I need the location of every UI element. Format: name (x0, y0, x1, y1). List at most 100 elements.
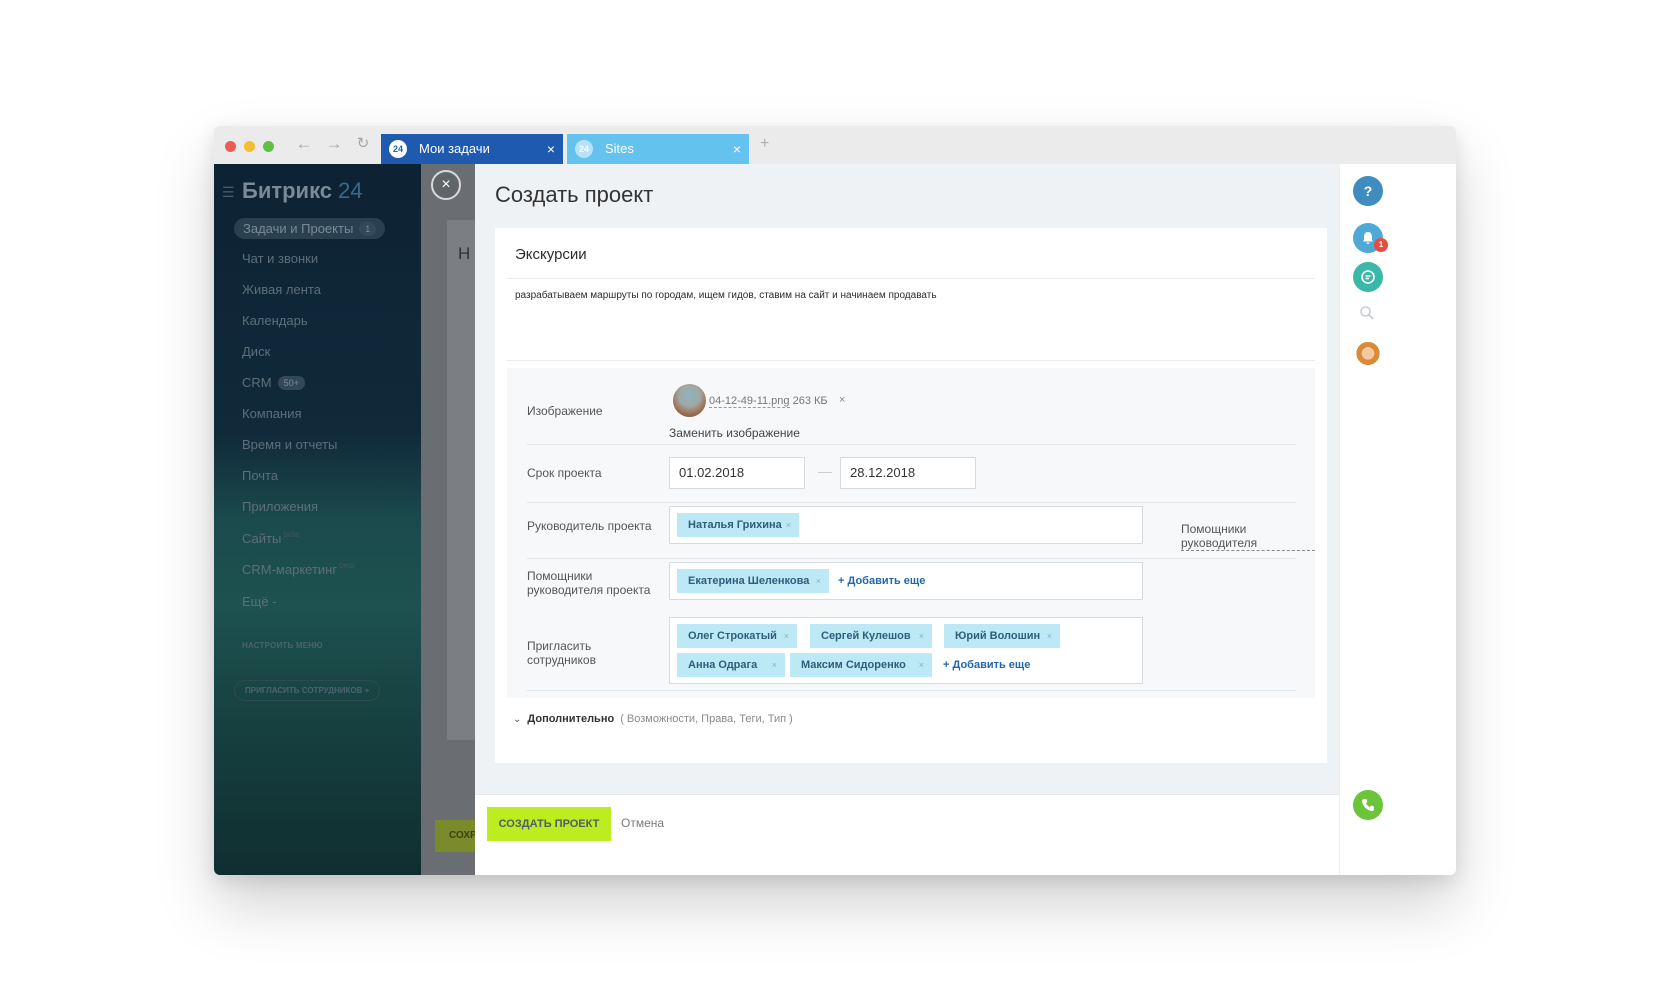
chat-icon[interactable] (1353, 262, 1383, 292)
project-card: Экскурсии разрабатываем маршруты по горо… (495, 228, 1327, 763)
beta-label: beta (339, 561, 355, 570)
additional-settings-toggle[interactable]: ⌄ Дополнительно( Возможности, Права, Теги… (513, 713, 793, 725)
tab-label: Sites (605, 141, 634, 156)
remove-tag-icon[interactable]: × (919, 624, 924, 648)
chevron-down-icon: ⌄ (513, 714, 522, 725)
sidebar-item-more[interactable]: Ещё - (242, 594, 277, 609)
phone-icon[interactable] (1353, 790, 1383, 820)
background-heading: Н (458, 244, 471, 263)
add-helper-button[interactable]: + Добавить еще (838, 575, 925, 587)
brand-logo[interactable]: Битрикс 24 (242, 178, 363, 204)
replace-image-link[interactable]: Заменить изображение (669, 426, 800, 440)
end-date-field[interactable]: 28.12.2018 (840, 457, 976, 489)
notification-count-badge: 1 (1374, 238, 1388, 252)
invite-tag[interactable]: Юрий Волошин × (944, 624, 1060, 648)
project-form: Изображение 04-12-49-11.png 263 КБ × Зам… (507, 368, 1315, 698)
minimize-window-button[interactable] (244, 141, 255, 152)
counter-badge: 50+ (277, 376, 305, 390)
tab-close-icon[interactable]: × (547, 134, 555, 164)
remove-image-icon[interactable]: × (839, 394, 845, 406)
forward-arrow-icon[interactable]: → (324, 134, 344, 154)
owner-selector[interactable]: Наталья Грихина × (669, 506, 1143, 544)
sidebar-item-calendar[interactable]: Календарь (242, 313, 308, 328)
cancel-button[interactable]: Отмена (621, 816, 664, 830)
maximize-window-button[interactable] (263, 141, 274, 152)
new-tab-button[interactable]: + (760, 135, 769, 153)
row-divider (527, 690, 1296, 691)
sidebar-item-apps[interactable]: Приложения (242, 499, 318, 514)
sidebar-item-crm-marketing[interactable]: CRM-маркетинг beta (242, 561, 355, 577)
remove-tag-icon[interactable]: × (816, 569, 821, 593)
divider (507, 278, 1315, 279)
right-toolbar: ? 1 (1339, 164, 1456, 875)
background-page: Н СОХР (421, 164, 475, 875)
panel-footer: СОЗДАТЬ ПРОЕКТ Отмена (475, 794, 1339, 875)
invite-selector[interactable]: Олег Строкатый × Сергей Кулешов × Юрий Вол… (669, 617, 1143, 684)
invite-tag[interactable]: Олег Строкатый × (677, 624, 797, 648)
beta-label: beta (283, 530, 299, 539)
invite-employees-button[interactable]: ПРИГЛАСИТЬ СОТРУДНИКОВ + (234, 680, 381, 701)
sidebar-item-feed[interactable]: Живая лента (242, 282, 321, 297)
row-divider (527, 502, 1296, 503)
date-range-dash (818, 472, 832, 473)
background-card (447, 220, 475, 740)
image-label: Изображение (527, 404, 603, 418)
back-arrow-icon[interactable]: ← (294, 134, 314, 154)
remove-tag-icon[interactable]: × (784, 624, 789, 648)
left-sidebar: ☰ Битрикс 24 Задачи и Проекты 1 Чат и зво… (214, 164, 421, 875)
image-file-link[interactable]: 04-12-49-11.png 263 КБ (709, 395, 828, 408)
close-panel-icon[interactable]: × (431, 170, 461, 200)
sidebar-item-time[interactable]: Время и отчеты (242, 437, 337, 452)
browser-window: ← → ↻ 24 Мои задачи × 24 Sites × + ☰ Бит… (214, 126, 1456, 875)
sidebar-item-crm[interactable]: CRM 50+ (242, 375, 305, 390)
user-avatar[interactable] (1353, 342, 1383, 372)
project-image-thumbnail[interactable] (673, 384, 706, 417)
tab-close-icon[interactable]: × (733, 134, 741, 164)
project-description-input[interactable]: разрабатываем маршруты по городам, ищем … (515, 290, 937, 301)
sidebar-item-company[interactable]: Компания (242, 406, 302, 421)
tab-my-tasks[interactable]: 24 Мои задачи × (381, 134, 563, 164)
divider (507, 360, 1315, 361)
row-divider (527, 444, 1296, 445)
invite-tag[interactable]: Анна Одрага × (677, 653, 785, 677)
owner-tag[interactable]: Наталья Грихина × (677, 513, 799, 537)
bell-icon[interactable]: 1 (1353, 223, 1388, 253)
helper-tag[interactable]: Екатерина Шеленкова × (677, 569, 829, 593)
invite-tag[interactable]: Сергей Кулешов × (810, 624, 932, 648)
row-divider (527, 558, 1296, 559)
sidebar-item-chat[interactable]: Чат и звонки (242, 251, 318, 266)
project-name-input[interactable]: Экскурсии (515, 246, 587, 263)
owner-label: Руководитель проекта (527, 519, 652, 533)
background-save-button: СОХР (435, 820, 475, 852)
start-date-field[interactable]: 01.02.2018 (669, 457, 805, 489)
remove-tag-icon[interactable]: × (786, 513, 791, 537)
invite-tag[interactable]: Максим Сидоренко × (790, 653, 932, 677)
close-window-button[interactable] (225, 141, 236, 152)
counter-badge: 1 (359, 222, 377, 236)
help-icon[interactable]: ? (1353, 176, 1383, 206)
sidebar-item-disk[interactable]: Диск (242, 344, 270, 359)
helpers-label: Помощники руководителя проекта (527, 569, 651, 597)
reload-icon[interactable]: ↻ (353, 134, 373, 154)
tab-label: Мои задачи (419, 141, 490, 156)
configure-menu-link[interactable]: НАСТРОИТЬ МЕНЮ (242, 641, 323, 650)
remove-tag-icon[interactable]: × (772, 653, 777, 677)
invite-label: Пригласить сотрудников (527, 639, 596, 667)
helpers-selector[interactable]: Екатерина Шеленкова × + Добавить еще (669, 562, 1143, 600)
create-project-panel: Создать проект Экскурсии разрабатываем м… (475, 164, 1339, 875)
term-label: Срок проекта (527, 466, 602, 480)
sidebar-item-tasks[interactable]: Задачи и Проекты 1 (234, 218, 386, 239)
browser-titlebar: ← → ↻ 24 Мои задачи × 24 Sites × + (214, 126, 1456, 164)
remove-tag-icon[interactable]: × (1047, 624, 1052, 648)
owner-helpers-link[interactable]: Помощники руководителя (1181, 522, 1315, 551)
tab-sites[interactable]: 24 Sites × (567, 134, 749, 164)
sidebar-item-sites[interactable]: Сайты beta (242, 530, 299, 546)
page-title: Создать проект (495, 182, 654, 207)
remove-tag-icon[interactable]: × (919, 653, 924, 677)
bitrix-logo-icon: 24 (575, 140, 593, 158)
create-project-button[interactable]: СОЗДАТЬ ПРОЕКТ (487, 807, 611, 841)
add-invitee-button[interactable]: + Добавить еще (943, 659, 1030, 671)
menu-burger-icon[interactable]: ☰ (222, 184, 235, 201)
search-icon[interactable] (1359, 305, 1375, 324)
sidebar-item-mail[interactable]: Почта (242, 468, 278, 483)
